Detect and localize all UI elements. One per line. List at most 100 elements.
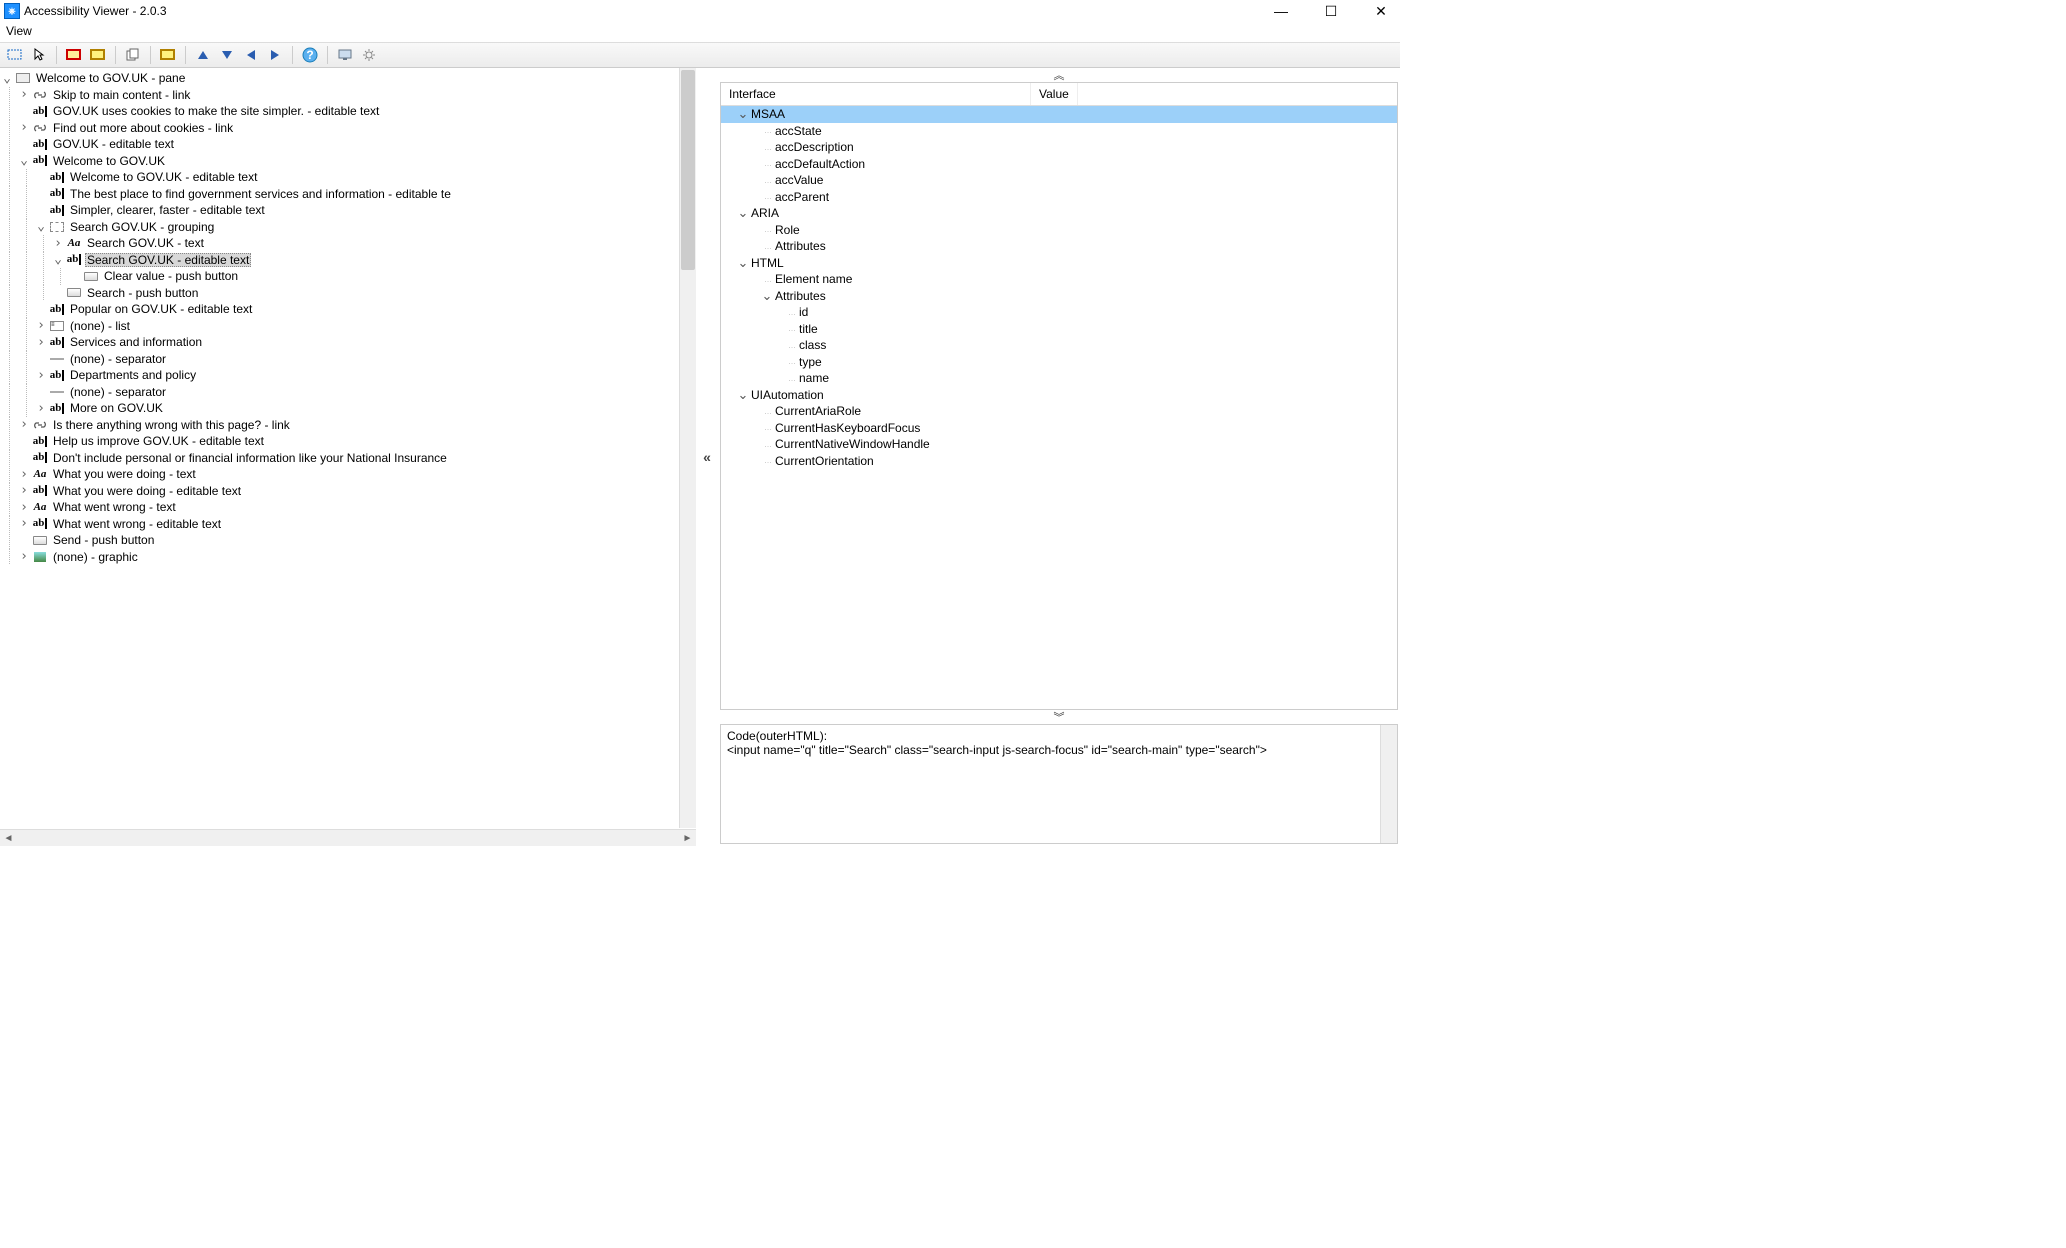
property-row[interactable]: …titleSearch bbox=[721, 321, 1397, 338]
prop-twisty-icon[interactable]: … bbox=[759, 407, 775, 416]
prop-twisty-icon[interactable]: … bbox=[759, 176, 775, 185]
tree-item[interactable]: ›(none) - graphic bbox=[0, 549, 678, 566]
splitter[interactable]: « bbox=[696, 68, 718, 846]
property-row[interactable]: …accParentSearch GOV.UK bbox=[721, 189, 1397, 206]
tree-twisty-icon[interactable]: ⌄ bbox=[34, 220, 48, 234]
prop-twisty-icon[interactable]: … bbox=[759, 192, 775, 201]
tree-item[interactable]: ›abServices and information bbox=[0, 334, 678, 351]
tree-twisty-icon[interactable]: › bbox=[34, 335, 48, 349]
tree-item[interactable]: Send - push button bbox=[0, 532, 678, 549]
property-row[interactable]: …Attributes(none) bbox=[721, 238, 1397, 255]
tree-item[interactable]: abGOV.UK uses cookies to make the site s… bbox=[0, 103, 678, 120]
expand-up-icon[interactable]: ︽ bbox=[718, 68, 1400, 82]
code-text[interactable]: <input name="q" title="Search" class="se… bbox=[727, 743, 1367, 757]
tree-item[interactable]: ›abWhat you were doing - editable text bbox=[0, 483, 678, 500]
property-row[interactable]: …classsearch-input js-search-focus bbox=[721, 337, 1397, 354]
select-rect-icon[interactable] bbox=[4, 45, 26, 65]
tree-twisty-icon[interactable]: › bbox=[17, 121, 31, 135]
monitor-icon[interactable] bbox=[334, 45, 356, 65]
tree-twisty-icon[interactable] bbox=[34, 203, 48, 217]
prop-twisty-icon[interactable]: … bbox=[759, 225, 775, 234]
property-row[interactable]: …accStatenormal bbox=[721, 123, 1397, 140]
prop-twisty-icon[interactable]: … bbox=[783, 374, 799, 383]
tree-twisty-icon[interactable]: › bbox=[34, 319, 48, 333]
property-row[interactable]: …accValue bbox=[721, 172, 1397, 189]
tree-twisty-icon[interactable] bbox=[17, 137, 31, 151]
tree-item[interactable]: abDon't include personal or financial in… bbox=[0, 450, 678, 467]
property-row[interactable]: …CurrentOrientationNone bbox=[721, 453, 1397, 470]
menu-view[interactable]: View bbox=[6, 24, 32, 38]
nav-right-icon[interactable] bbox=[264, 45, 286, 65]
prop-twisty-icon[interactable]: … bbox=[759, 275, 775, 284]
tree-twisty-icon[interactable] bbox=[34, 302, 48, 316]
tree-item[interactable]: ›AaWhat you were doing - text bbox=[0, 466, 678, 483]
prop-twisty-icon[interactable]: … bbox=[759, 242, 775, 251]
tree-item[interactable]: ⌄Search GOV.UK - grouping bbox=[0, 219, 678, 236]
close-button[interactable]: ✕ bbox=[1366, 1, 1396, 21]
tree-item[interactable]: Clear value - push button bbox=[0, 268, 678, 285]
copy-icon[interactable] bbox=[122, 45, 144, 65]
tree-item[interactable]: abSimpler, clearer, faster - editable te… bbox=[0, 202, 678, 219]
cursor-icon[interactable] bbox=[28, 45, 50, 65]
property-row[interactable]: …accDescriptionSearch bbox=[721, 139, 1397, 156]
property-row[interactable]: ⌄Attributes bbox=[721, 288, 1397, 305]
property-row[interactable]: …CurrentAriaRole(none) bbox=[721, 403, 1397, 420]
prop-twisty-icon[interactable]: … bbox=[759, 143, 775, 152]
gear-icon[interactable] bbox=[358, 45, 380, 65]
tree-twisty-icon[interactable]: ⌄ bbox=[0, 71, 14, 85]
tree-item[interactable]: ›abDepartments and policy bbox=[0, 367, 678, 384]
property-row[interactable]: …Element nameINPUT bbox=[721, 271, 1397, 288]
tree-twisty-icon[interactable]: › bbox=[17, 418, 31, 432]
nav-left-icon[interactable] bbox=[240, 45, 262, 65]
tree-twisty-icon[interactable]: › bbox=[34, 368, 48, 382]
property-row[interactable]: ⌄ARIA bbox=[721, 205, 1397, 222]
tree-twisty-icon[interactable]: › bbox=[17, 550, 31, 564]
prop-twisty-icon[interactable]: … bbox=[783, 324, 799, 333]
tree-twisty-icon[interactable]: › bbox=[17, 484, 31, 498]
code-scrollbar[interactable] bbox=[1380, 725, 1397, 843]
property-row[interactable]: …CurrentNativeWindowHandle0 bbox=[721, 436, 1397, 453]
minimize-button[interactable]: — bbox=[1266, 1, 1296, 21]
prop-twisty-icon[interactable]: ⌄ bbox=[759, 288, 775, 304]
prop-twisty-icon[interactable]: ⌄ bbox=[735, 106, 751, 122]
property-row[interactable]: …idsearch-main bbox=[721, 304, 1397, 321]
collapse-left-icon[interactable]: « bbox=[703, 449, 711, 465]
tree-item[interactable]: (none) - separator bbox=[0, 384, 678, 401]
tree-item[interactable]: ⌄Welcome to GOV.UK - pane bbox=[0, 70, 678, 87]
tree-item[interactable]: abPopular on GOV.UK - editable text bbox=[0, 301, 678, 318]
tree-twisty-icon[interactable] bbox=[17, 533, 31, 547]
tree-twisty-icon[interactable]: ⌄ bbox=[17, 154, 31, 168]
tree-twisty-icon[interactable]: › bbox=[34, 401, 48, 415]
property-row[interactable]: …CurrentHasKeyboardFocusFalse bbox=[721, 420, 1397, 437]
prop-twisty-icon[interactable]: … bbox=[759, 159, 775, 168]
expand-down-icon[interactable]: ︾ bbox=[718, 710, 1400, 724]
tree-twisty-icon[interactable] bbox=[34, 352, 48, 366]
tree-item[interactable]: (none) - separator bbox=[0, 351, 678, 368]
property-row[interactable]: …accDefaultAction(none) bbox=[721, 156, 1397, 173]
property-row[interactable]: ⌄MSAA bbox=[721, 106, 1397, 123]
tree-item[interactable]: ›AaWhat went wrong - text bbox=[0, 499, 678, 516]
prop-twisty-icon[interactable]: … bbox=[759, 126, 775, 135]
maximize-button[interactable]: ☐ bbox=[1316, 1, 1346, 21]
tree-twisty-icon[interactable] bbox=[51, 286, 65, 300]
col-value[interactable]: Value bbox=[1031, 83, 1078, 105]
tree-item[interactable]: Search - push button bbox=[0, 285, 678, 302]
tree-twisty-icon[interactable] bbox=[34, 187, 48, 201]
rect-red-icon[interactable] bbox=[63, 45, 85, 65]
tree-twisty-icon[interactable] bbox=[17, 434, 31, 448]
prop-twisty-icon[interactable]: … bbox=[759, 456, 775, 465]
property-row[interactable]: …Rolesearch bbox=[721, 222, 1397, 239]
tree-item[interactable]: ›Find out more about cookies - link bbox=[0, 120, 678, 137]
nav-up-icon[interactable] bbox=[192, 45, 214, 65]
prop-twisty-icon[interactable]: ⌄ bbox=[735, 255, 751, 271]
nav-down-icon[interactable] bbox=[216, 45, 238, 65]
tree-twisty-icon[interactable]: ⌄ bbox=[51, 253, 65, 267]
properties-body[interactable]: ⌄MSAA…accStatenormal…accDescriptionSearc… bbox=[721, 106, 1397, 709]
tree-item[interactable]: abGOV.UK - editable text bbox=[0, 136, 678, 153]
prop-twisty-icon[interactable]: … bbox=[783, 308, 799, 317]
property-row[interactable]: ⌄HTML bbox=[721, 255, 1397, 272]
tree-twisty-icon[interactable]: › bbox=[17, 88, 31, 102]
prop-twisty-icon[interactable]: … bbox=[783, 341, 799, 350]
accessibility-tree[interactable]: ⌄Welcome to GOV.UK - pane›Skip to main c… bbox=[0, 68, 678, 828]
tree-twisty-icon[interactable] bbox=[17, 451, 31, 465]
